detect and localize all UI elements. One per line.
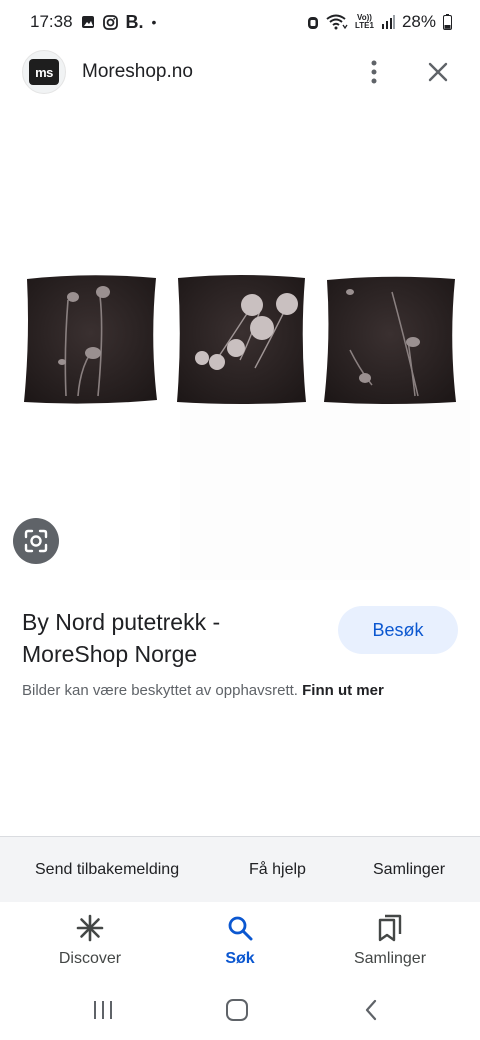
status-right: Vo)) LTE1 28% — [307, 12, 452, 32]
footer-links: Send tilbakemelding Få hjelp Samlinger — [0, 836, 480, 902]
pillow-product-image — [24, 275, 470, 580]
send-feedback-link[interactable]: Send tilbakemelding — [35, 861, 179, 879]
site-logo-mark: ms — [29, 59, 59, 85]
status-bar: 17:38 B. • Vo)) LTE1 28% — [0, 0, 480, 44]
more-options-button[interactable] — [354, 52, 394, 92]
nav-collections-label: Samlinger — [353, 950, 427, 967]
alarm-icon — [307, 15, 319, 30]
close-button[interactable] — [418, 52, 458, 92]
bookmarks-icon — [378, 912, 402, 944]
result-header: ms Moreshop.no — [0, 44, 480, 100]
search-icon — [227, 912, 253, 944]
google-lens-button[interactable] — [13, 518, 59, 564]
volte-bottom-label: LTE1 — [355, 21, 374, 30]
visit-button[interactable]: Besøk — [338, 606, 458, 654]
home-icon — [226, 999, 248, 1021]
more-vert-icon — [371, 60, 377, 84]
nav-discover[interactable]: Discover — [57, 912, 123, 968]
nav-search[interactable]: Søk — [220, 912, 260, 968]
copyright-text: Bilder kan være beskyttet av opphavsrett… — [22, 682, 303, 699]
nav-search-label: Søk — [225, 950, 255, 967]
gallery-icon — [81, 15, 95, 29]
discover-icon — [76, 912, 104, 944]
learn-more-link[interactable]: Finn ut mer — [302, 682, 384, 699]
close-icon — [428, 62, 448, 82]
image-preview[interactable] — [0, 100, 480, 580]
status-left: 17:38 B. • — [30, 12, 156, 33]
result-title-line2: MoreShop Norge — [22, 641, 198, 667]
result-title-line1: By Nord putetrekk - — [22, 609, 221, 635]
battery-icon — [443, 14, 452, 30]
booking-icon: B. — [125, 11, 144, 32]
recent-apps-button[interactable] — [86, 994, 120, 1026]
get-help-link[interactable]: Få hjelp — [249, 861, 306, 879]
status-time: 17:38 — [30, 12, 73, 31]
recent-apps-icon — [94, 1001, 112, 1019]
signal-icon — [381, 15, 395, 29]
lens-icon — [24, 529, 48, 553]
result-title: By Nord putetrekk - MoreShop Norge — [22, 606, 322, 670]
system-nav-bar — [0, 980, 480, 1040]
volte-icon: Vo)) LTE1 — [355, 14, 374, 30]
copyright-notice: Bilder kan være beskyttet av opphavsrett… — [22, 682, 384, 699]
collections-link[interactable]: Samlinger — [373, 861, 445, 879]
instagram-icon — [102, 14, 118, 30]
site-logo[interactable]: ms — [22, 50, 66, 94]
nav-collections[interactable]: Samlinger — [352, 912, 428, 968]
wifi-icon — [326, 14, 348, 30]
battery-percent: 28% — [401, 12, 436, 31]
nav-discover-label: Discover — [58, 950, 122, 967]
bottom-nav: Discover Søk Samlinger — [0, 902, 480, 980]
back-button[interactable] — [354, 994, 388, 1026]
site-name[interactable]: Moreshop.no — [82, 61, 354, 83]
notification-dot-icon: • — [151, 14, 157, 30]
home-button[interactable] — [220, 994, 254, 1026]
back-icon — [365, 999, 377, 1021]
